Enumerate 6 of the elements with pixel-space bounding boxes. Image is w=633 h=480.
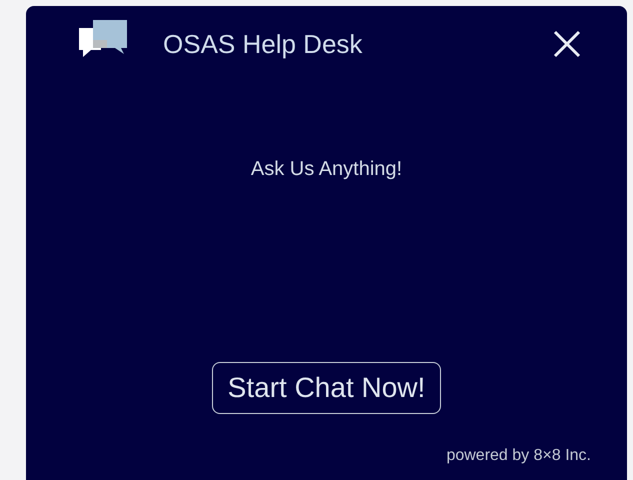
close-button[interactable]	[551, 28, 583, 60]
close-icon	[553, 30, 581, 58]
panel-title: OSAS Help Desk	[163, 28, 362, 60]
prompt-text: Ask Us Anything!	[250, 157, 402, 182]
powered-by-text: powered by 8×8 Inc.	[446, 446, 591, 466]
start-chat-button[interactable]: Start Chat Now!	[212, 362, 442, 414]
